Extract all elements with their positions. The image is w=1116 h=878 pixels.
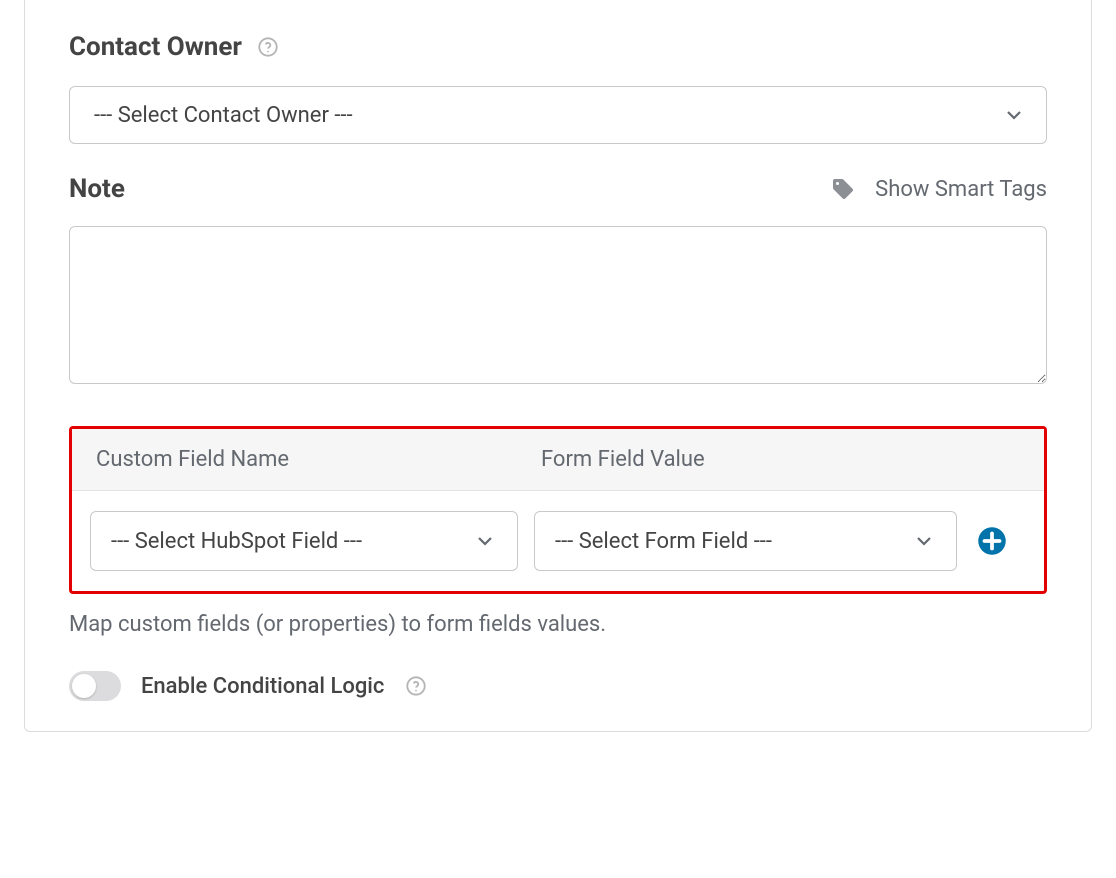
custom-fields-section: Custom Field Name Form Field Value --- S… xyxy=(69,426,1047,594)
help-icon[interactable] xyxy=(256,35,280,59)
form-field-value: --- Select Form Field --- xyxy=(555,529,904,554)
smart-tags-label: Show Smart Tags xyxy=(875,177,1047,202)
hubspot-field-select[interactable]: --- Select HubSpot Field --- xyxy=(90,511,518,571)
conditional-logic-label: Enable Conditional Logic xyxy=(141,674,384,699)
add-row-button[interactable] xyxy=(977,526,1007,556)
chevron-down-icon xyxy=(1002,103,1026,127)
contact-owner-value: --- Select Contact Owner --- xyxy=(94,103,994,128)
contact-owner-select[interactable]: --- Select Contact Owner --- xyxy=(69,86,1047,144)
chevron-down-icon xyxy=(473,529,497,553)
chevron-down-icon xyxy=(912,529,936,553)
custom-fields-header: Custom Field Name Form Field Value xyxy=(72,429,1044,491)
note-textarea[interactable] xyxy=(69,226,1047,384)
conditional-logic-row: Enable Conditional Logic xyxy=(69,671,1047,701)
hubspot-field-value: --- Select HubSpot Field --- xyxy=(111,529,465,554)
form-field-select[interactable]: --- Select Form Field --- xyxy=(534,511,957,571)
custom-fields-hint: Map custom fields (or properties) to for… xyxy=(69,612,1047,637)
show-smart-tags-button[interactable]: Show Smart Tags xyxy=(831,177,1047,202)
custom-fields-row: --- Select HubSpot Field --- --- Select … xyxy=(72,491,1044,591)
contact-owner-label-row: Contact Owner xyxy=(69,32,1047,62)
custom-field-name-header: Custom Field Name xyxy=(96,447,541,472)
help-icon[interactable] xyxy=(404,674,428,698)
form-field-value-header: Form Field Value xyxy=(541,447,1020,472)
note-label: Note xyxy=(69,174,125,204)
tag-icon xyxy=(831,177,855,201)
toggle-knob xyxy=(72,674,96,698)
note-header: Note Show Smart Tags xyxy=(69,174,1047,204)
conditional-logic-toggle[interactable] xyxy=(69,671,121,701)
contact-owner-label: Contact Owner xyxy=(69,32,242,62)
settings-panel: Contact Owner --- Select Contact Owner -… xyxy=(24,0,1092,732)
